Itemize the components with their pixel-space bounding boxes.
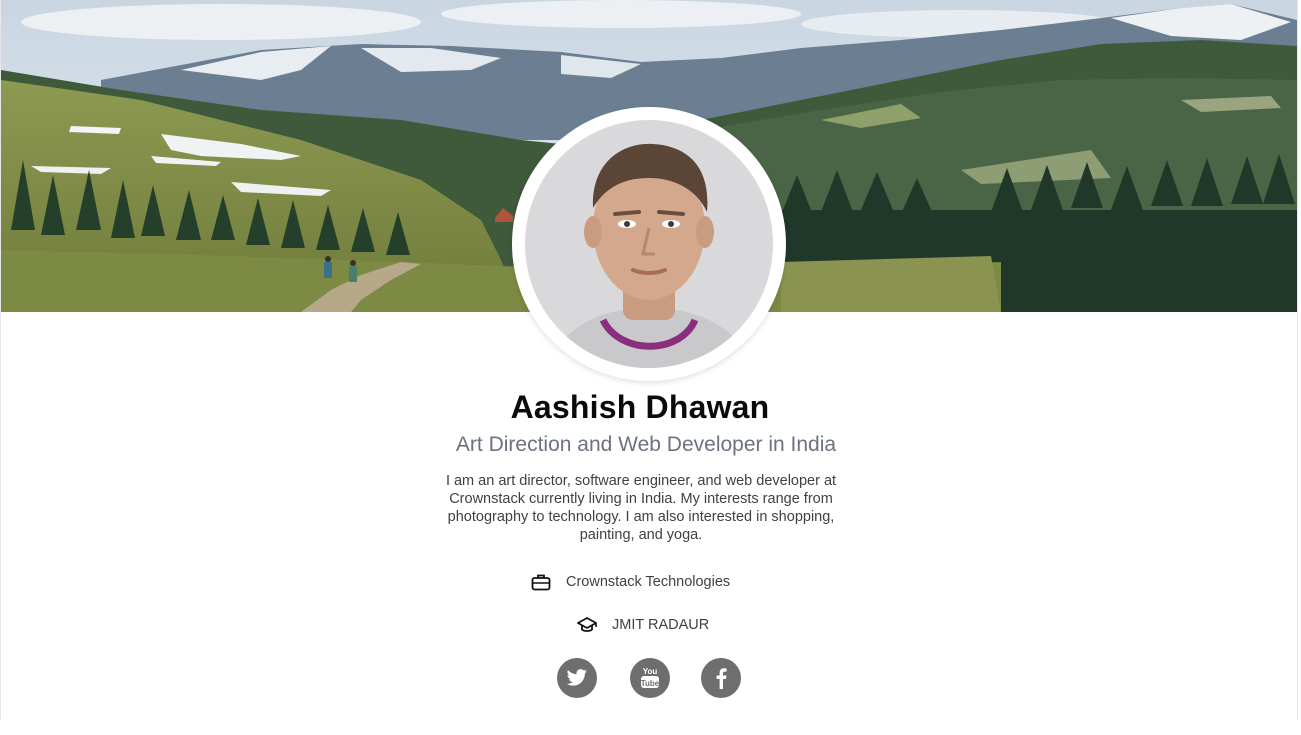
facebook-button[interactable] (701, 658, 741, 698)
education-label: JMIT RADAUR (612, 617, 710, 633)
avatar (512, 107, 786, 381)
facebook-icon (716, 668, 727, 689)
profile-title: Art Direction and Web Developer in India (455, 433, 837, 456)
frame-border-right (1297, 0, 1298, 720)
work-label: Crownstack Technologies (566, 574, 731, 590)
briefcase-icon (530, 571, 552, 593)
profile-bio: I am an art director, software engineer,… (445, 473, 837, 543)
graduation-cap-icon (576, 614, 598, 636)
youtube-button[interactable]: You Tube (630, 658, 670, 698)
profile-name: Aashish Dhawan (510, 389, 770, 425)
svg-text:You: You (643, 667, 658, 676)
youtube-icon: You Tube (641, 667, 660, 688)
svg-text:Tube: Tube (641, 679, 660, 688)
twitter-icon (566, 669, 587, 686)
twitter-button[interactable] (557, 658, 597, 698)
profile-page: Aashish Dhawan Art Direction and Web Dev… (0, 0, 1301, 735)
work-info: Crownstack Technologies (530, 571, 730, 593)
education-info: JMIT RADAUR (576, 614, 709, 636)
